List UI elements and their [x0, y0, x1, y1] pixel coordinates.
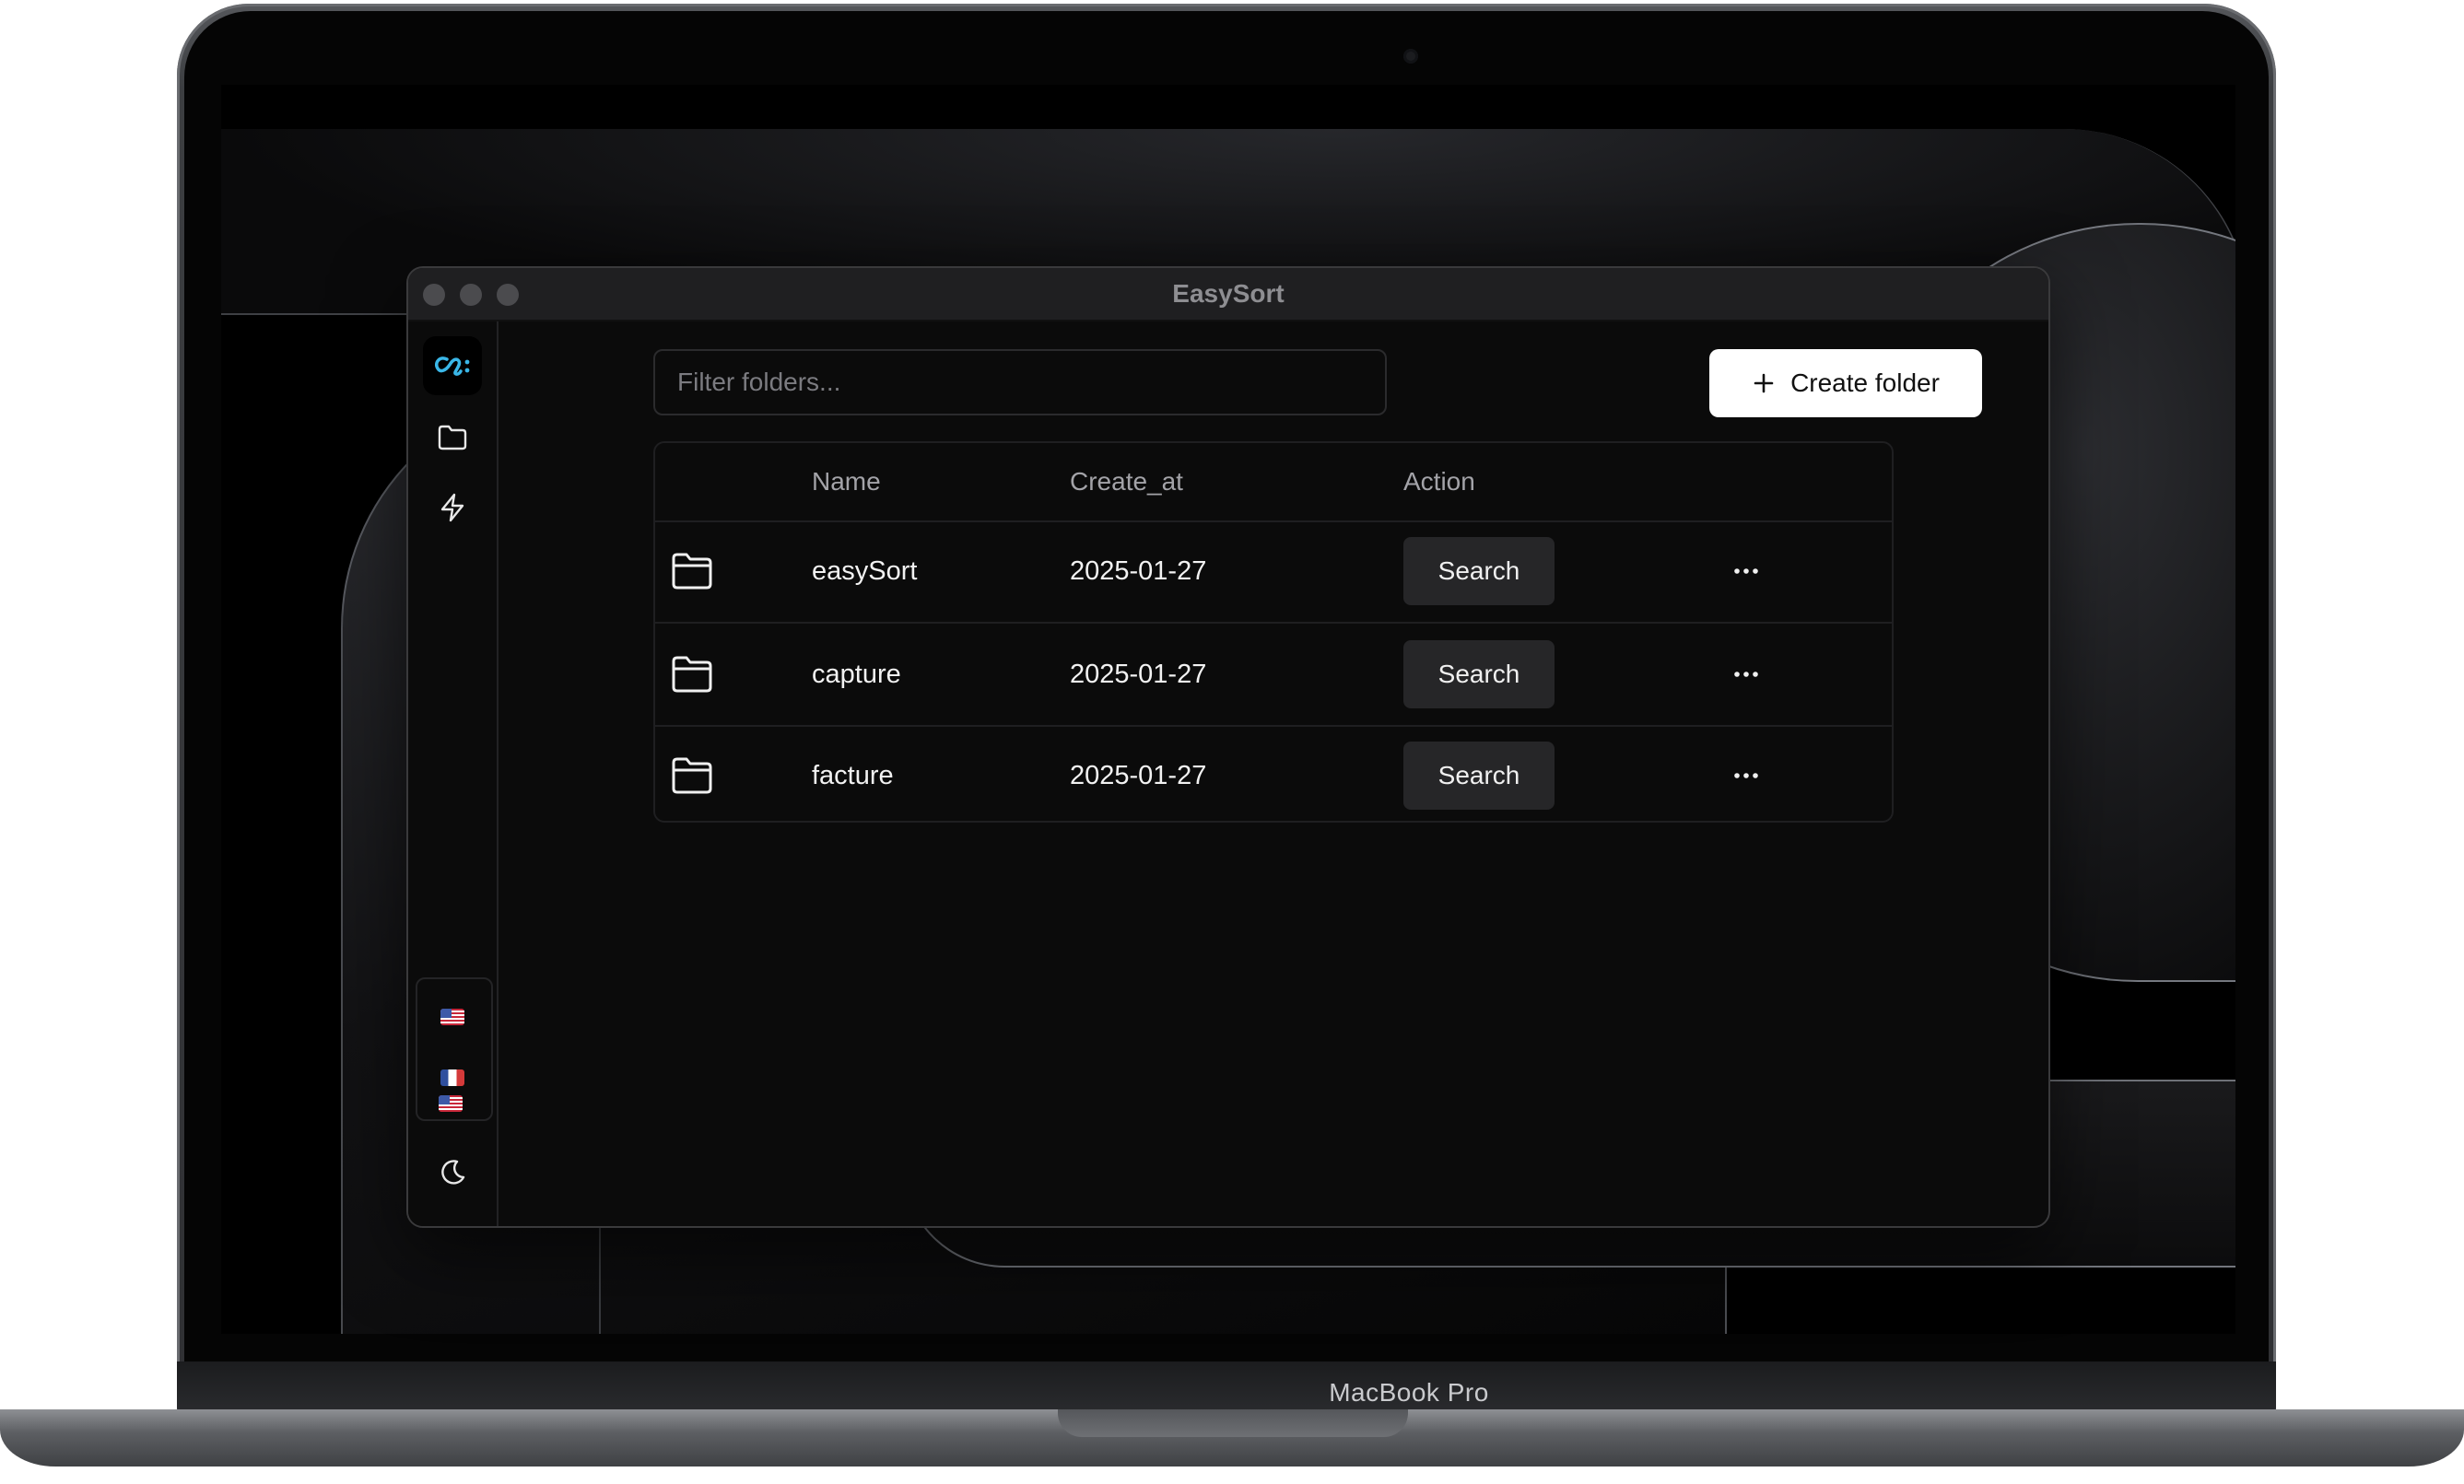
app-window: EasySort Filter folders... Create folder… [406, 266, 2050, 1228]
easysort-logo-icon [435, 356, 470, 376]
folder-name[interactable]: capture [812, 624, 901, 725]
folder-icon [672, 553, 712, 590]
window-title: EasySort [1172, 279, 1285, 308]
table-row[interactable]: facture 2025-01-27 Search [655, 725, 1892, 821]
ellipsis-icon [1734, 672, 1758, 677]
sidebar-item-automation[interactable] [430, 485, 475, 530]
more-options-button[interactable] [1728, 656, 1765, 693]
table-header: Name Create_at Action [655, 443, 1892, 522]
easysort-logo-icon[interactable] [423, 336, 482, 395]
column-header-action: Action [1403, 467, 1475, 496]
plus-icon [1754, 373, 1774, 393]
filter-folders-input[interactable] [653, 349, 1387, 415]
folder-name[interactable]: easySort [812, 520, 917, 622]
fr-flag-icon[interactable] [440, 1069, 464, 1086]
folder-created-at: 2025-01-27 [1070, 556, 1207, 586]
folder-name[interactable]: facture [812, 725, 894, 821]
device-label: MacBook Pro [1329, 1378, 1489, 1407]
folders-table: Name Create_at Action easySort 2025-01-2… [653, 441, 1894, 823]
create-folder-button[interactable]: Create folder [1709, 349, 1982, 417]
more-options-button[interactable] [1728, 757, 1765, 794]
us-flag-icon[interactable] [440, 1009, 464, 1025]
folder-created-at: 2025-01-27 [1070, 660, 1207, 689]
laptop-base: MacBook Pro [0, 1361, 2464, 1484]
camera-icon [1403, 49, 1418, 64]
table-row[interactable]: easySort 2025-01-27 Search [655, 520, 1892, 624]
search-button[interactable]: Search [1403, 742, 1555, 810]
search-button[interactable]: Search [1403, 537, 1555, 605]
sidebar [408, 321, 499, 1226]
more-options-button[interactable] [1728, 553, 1765, 590]
ellipsis-icon [1734, 568, 1758, 574]
title-bar: EasySort [408, 268, 2048, 321]
folder-created-at: 2025-01-27 [1070, 761, 1207, 790]
column-header-name[interactable]: Name [812, 443, 881, 520]
theme-toggle-button[interactable] [430, 1151, 475, 1195]
main-content: Create folder Name Create_at Action easy… [499, 321, 2048, 1226]
folder-icon [438, 425, 467, 450]
folder-icon [672, 656, 712, 693]
search-button[interactable]: Search [1403, 640, 1555, 708]
create-folder-label: Create folder [1790, 368, 1940, 397]
stage: MacBook Pro EasySort Filter folders... C… [0, 0, 2464, 1484]
laptop-hinge: MacBook Pro [177, 1361, 2276, 1413]
column-header-created-at[interactable]: Create_at [1070, 443, 1183, 520]
moon-icon [441, 1160, 465, 1185]
folder-icon [672, 757, 712, 794]
table-row[interactable]: capture 2025-01-27 Search [655, 624, 1892, 727]
sidebar-item-folders[interactable] [430, 415, 475, 460]
laptop-notch [1058, 1409, 1408, 1437]
ellipsis-icon [1734, 773, 1758, 778]
us-flag-icon[interactable] [439, 1095, 463, 1112]
lightning-icon [440, 493, 464, 522]
